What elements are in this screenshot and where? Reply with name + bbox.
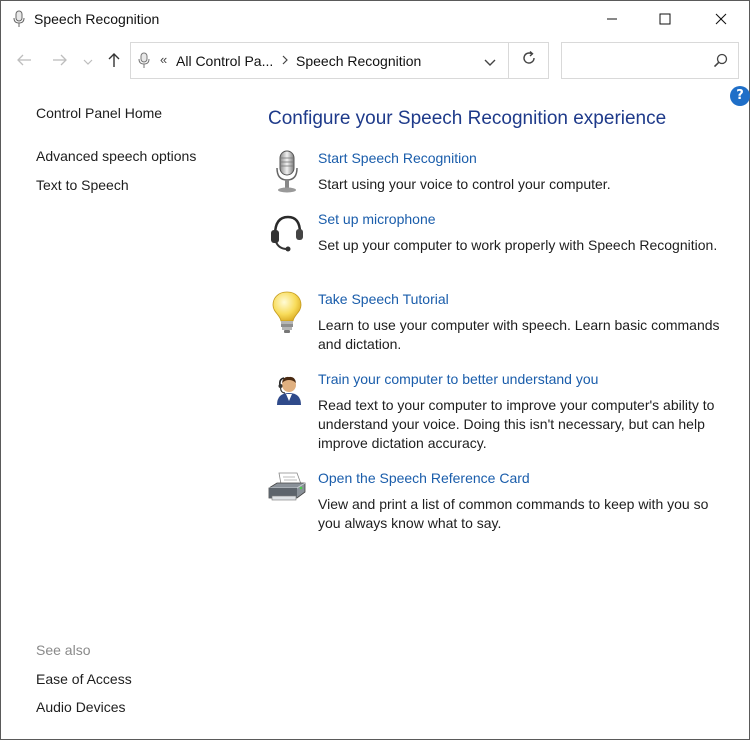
help-button[interactable]: ? xyxy=(730,86,750,106)
sidebar-item-ease-of-access[interactable]: Ease of Access xyxy=(36,671,132,687)
breadcrumb-overflow[interactable]: « xyxy=(160,52,167,67)
user-icon xyxy=(267,371,307,415)
microphone-icon xyxy=(138,52,150,74)
refresh-icon xyxy=(521,50,537,71)
microphone-icon xyxy=(267,150,307,194)
open-reference-card-link[interactable]: Open the Speech Reference Card xyxy=(318,470,530,486)
sidebar-item-control-panel-home[interactable]: Control Panel Home xyxy=(36,105,162,121)
sidebar-item-advanced-speech-options[interactable]: Advanced speech options xyxy=(36,148,196,164)
forward-button[interactable] xyxy=(49,51,71,73)
refresh-button[interactable] xyxy=(509,42,549,79)
chevron-right-icon[interactable] xyxy=(281,53,289,72)
breadcrumb-control-panel[interactable]: All Control Pa... xyxy=(176,53,273,69)
task-description: Set up your computer to work properly wi… xyxy=(318,237,718,253)
microphone-icon xyxy=(12,10,26,28)
arrow-right-icon xyxy=(52,53,68,72)
set-up-microphone-link[interactable]: Set up microphone xyxy=(318,211,436,227)
headset-icon xyxy=(267,211,307,255)
train-computer-link[interactable]: Train your computer to better understand… xyxy=(318,371,598,387)
arrow-up-icon xyxy=(107,52,121,73)
maximize-button[interactable] xyxy=(642,1,688,37)
chevron-down-icon[interactable] xyxy=(483,55,497,73)
close-button[interactable] xyxy=(698,1,744,37)
sidebar-item-audio-devices[interactable]: Audio Devices xyxy=(36,699,126,715)
arrow-left-icon xyxy=(16,53,32,72)
take-speech-tutorial-link[interactable]: Take Speech Tutorial xyxy=(318,291,449,307)
up-button[interactable] xyxy=(103,51,125,73)
task-description: Start using your voice to control your c… xyxy=(318,176,611,192)
search-icon xyxy=(713,53,728,73)
window-title: Speech Recognition xyxy=(34,11,160,27)
start-speech-recognition-link[interactable]: Start Speech Recognition xyxy=(318,150,477,166)
back-button[interactable] xyxy=(13,51,35,73)
page-title: Configure your Speech Recognition experi… xyxy=(268,108,667,129)
printer-icon xyxy=(267,470,307,514)
task-description: Read text to your computer to improve yo… xyxy=(318,397,715,451)
task-description: View and print a list of common commands… xyxy=(318,496,709,531)
minimize-button[interactable] xyxy=(589,1,635,37)
breadcrumb-speech-recognition[interactable]: Speech Recognition xyxy=(296,53,421,69)
see-also-label: See also xyxy=(36,642,91,658)
search-input[interactable] xyxy=(561,42,739,79)
sidebar-item-text-to-speech[interactable]: Text to Speech xyxy=(36,177,129,193)
title-bar: Speech Recognition xyxy=(1,1,749,37)
chevron-down-icon xyxy=(83,53,93,71)
recent-locations-button[interactable] xyxy=(81,51,95,73)
lightbulb-icon xyxy=(267,291,307,335)
address-bar[interactable]: « All Control Pa... Speech Recognition xyxy=(130,42,509,79)
task-description: Learn to use your computer with speech. … xyxy=(318,317,720,352)
window: Speech Recognition « All Control Pa... S… xyxy=(0,0,750,740)
